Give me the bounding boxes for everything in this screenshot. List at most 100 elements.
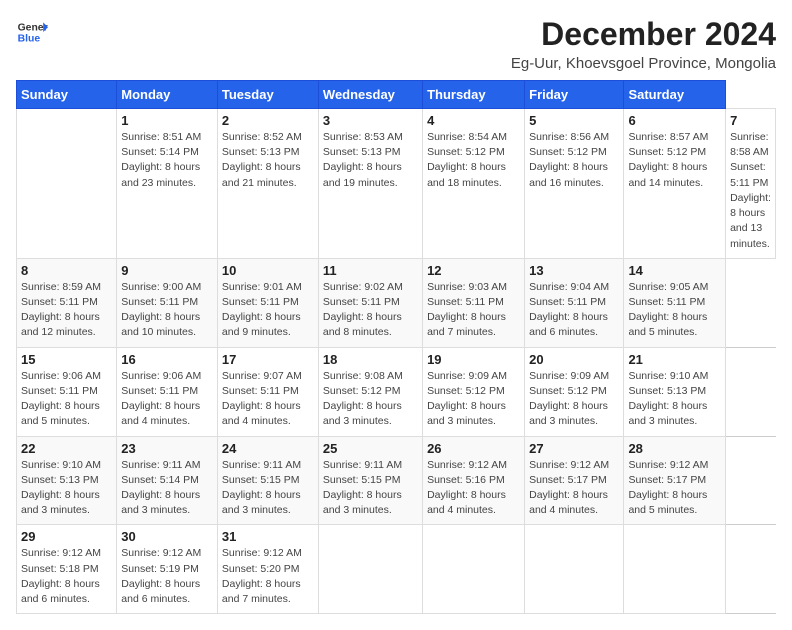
- header-monday: Monday: [117, 81, 218, 109]
- calendar-cell: 30 Sunrise: 9:12 AMSunset: 5:19 PMDayligh…: [117, 525, 218, 614]
- calendar-cell: 4Sunrise: 8:54 AMSunset: 5:12 PMDaylight…: [423, 109, 525, 259]
- day-info: Sunrise: 9:11 AMSunset: 5:15 PMDaylight:…: [323, 458, 418, 519]
- calendar-cell: [624, 525, 726, 614]
- day-number: 12: [427, 263, 520, 278]
- day-number: 5: [529, 113, 619, 128]
- header: General Blue December 2024 Eg-Uur, Khoev…: [16, 16, 776, 72]
- calendar-cell: 19Sunrise: 9:09 AMSunset: 5:12 PMDayligh…: [423, 347, 525, 436]
- day-number: 20: [529, 352, 619, 367]
- calendar-header-row: SundayMondayTuesdayWednesdayThursdayFrid…: [17, 81, 776, 109]
- day-number: 9: [121, 263, 213, 278]
- day-info: Sunrise: 8:52 AMSunset: 5:13 PMDaylight:…: [222, 130, 314, 191]
- calendar-week-row: 22 Sunrise: 9:10 AMSunset: 5:13 PMDayligh…: [17, 436, 776, 525]
- calendar-cell: 14Sunrise: 9:05 AMSunset: 5:11 PMDayligh…: [624, 258, 726, 347]
- day-info: Sunrise: 9:08 AMSunset: 5:12 PMDaylight:…: [323, 369, 418, 430]
- header-wednesday: Wednesday: [318, 81, 422, 109]
- calendar-cell: 26 Sunrise: 9:12 AMSunset: 5:16 PMDayligh…: [423, 436, 525, 525]
- day-number: 1: [121, 113, 213, 128]
- day-info: Sunrise: 9:05 AMSunset: 5:11 PMDaylight:…: [628, 280, 721, 341]
- calendar-cell: 29Sunrise: 9:12 AMSunset: 5:18 PMDayligh…: [17, 525, 117, 614]
- day-number: 27: [529, 441, 619, 456]
- calendar-cell: 7 Sunrise: 8:58 AMSunset: 5:11 PMDaylight…: [726, 109, 776, 259]
- title-area: December 2024 Eg-Uur, Khoevsgoel Provinc…: [511, 16, 776, 72]
- day-info: Sunrise: 9:01 AMSunset: 5:11 PMDaylight:…: [222, 280, 314, 341]
- day-info: Sunrise: 8:51 AMSunset: 5:14 PMDaylight:…: [121, 130, 213, 191]
- calendar-cell: 6 Sunrise: 8:57 AMSunset: 5:12 PMDaylight…: [624, 109, 726, 259]
- day-number: 23: [121, 441, 213, 456]
- day-info: Sunrise: 9:03 AMSunset: 5:11 PMDaylight:…: [427, 280, 520, 341]
- day-info: Sunrise: 8:57 AMSunset: 5:12 PMDaylight:…: [628, 130, 721, 191]
- day-number: 6: [628, 113, 721, 128]
- main-title: December 2024: [511, 16, 776, 53]
- day-info: Sunrise: 8:56 AMSunset: 5:12 PMDaylight:…: [529, 130, 619, 191]
- day-info: Sunrise: 9:12 AMSunset: 5:20 PMDaylight:…: [222, 546, 314, 607]
- calendar-cell: [318, 525, 422, 614]
- day-info: Sunrise: 9:11 AMSunset: 5:15 PMDaylight:…: [222, 458, 314, 519]
- calendar-cell: 27 Sunrise: 9:12 AMSunset: 5:17 PMDayligh…: [525, 436, 624, 525]
- day-info: Sunrise: 8:58 AMSunset: 5:11 PMDaylight:…: [730, 130, 771, 252]
- calendar-cell: 20 Sunrise: 9:09 AMSunset: 5:12 PMDayligh…: [525, 347, 624, 436]
- calendar-week-row: 15Sunrise: 9:06 AMSunset: 5:11 PMDayligh…: [17, 347, 776, 436]
- calendar-cell: 28 Sunrise: 9:12 AMSunset: 5:17 PMDayligh…: [624, 436, 726, 525]
- day-number: 11: [323, 263, 418, 278]
- calendar-cell: 3 Sunrise: 8:53 AMSunset: 5:13 PMDaylight…: [318, 109, 422, 259]
- calendar-week-row: 1 Sunrise: 8:51 AMSunset: 5:14 PMDaylight…: [17, 109, 776, 259]
- day-info: Sunrise: 9:10 AMSunset: 5:13 PMDaylight:…: [628, 369, 721, 430]
- day-info: Sunrise: 9:09 AMSunset: 5:12 PMDaylight:…: [529, 369, 619, 430]
- day-info: Sunrise: 9:00 AMSunset: 5:11 PMDaylight:…: [121, 280, 213, 341]
- calendar-cell: 25 Sunrise: 9:11 AMSunset: 5:15 PMDayligh…: [318, 436, 422, 525]
- header-thursday: Thursday: [423, 81, 525, 109]
- day-number: 10: [222, 263, 314, 278]
- day-info: Sunrise: 9:12 AMSunset: 5:18 PMDaylight:…: [21, 546, 112, 607]
- day-info: Sunrise: 9:07 AMSunset: 5:11 PMDaylight:…: [222, 369, 314, 430]
- day-info: Sunrise: 8:54 AMSunset: 5:12 PMDaylight:…: [427, 130, 520, 191]
- day-number: 17: [222, 352, 314, 367]
- header-saturday: Saturday: [624, 81, 726, 109]
- day-number: 7: [730, 113, 771, 128]
- calendar-cell: 16Sunrise: 9:06 AMSunset: 5:11 PMDayligh…: [117, 347, 218, 436]
- calendar-cell: 15Sunrise: 9:06 AMSunset: 5:11 PMDayligh…: [17, 347, 117, 436]
- svg-text:Blue: Blue: [18, 34, 41, 45]
- day-info: Sunrise: 9:02 AMSunset: 5:11 PMDaylight:…: [323, 280, 418, 341]
- calendar-cell: 9 Sunrise: 9:00 AMSunset: 5:11 PMDaylight…: [117, 258, 218, 347]
- day-info: Sunrise: 9:09 AMSunset: 5:12 PMDaylight:…: [427, 369, 520, 430]
- day-number: 26: [427, 441, 520, 456]
- day-info: Sunrise: 8:59 AMSunset: 5:11 PMDaylight:…: [21, 280, 112, 341]
- day-info: Sunrise: 9:12 AMSunset: 5:17 PMDaylight:…: [628, 458, 721, 519]
- calendar-cell: 8 Sunrise: 8:59 AMSunset: 5:11 PMDaylight…: [17, 258, 117, 347]
- day-info: Sunrise: 9:12 AMSunset: 5:17 PMDaylight:…: [529, 458, 619, 519]
- day-number: 28: [628, 441, 721, 456]
- logo-icon: General Blue: [16, 16, 48, 48]
- day-info: Sunrise: 9:12 AMSunset: 5:19 PMDaylight:…: [121, 546, 213, 607]
- day-number: 25: [323, 441, 418, 456]
- day-info: Sunrise: 8:53 AMSunset: 5:13 PMDaylight:…: [323, 130, 418, 191]
- day-info: Sunrise: 9:10 AMSunset: 5:13 PMDaylight:…: [21, 458, 112, 519]
- calendar-cell: 22 Sunrise: 9:10 AMSunset: 5:13 PMDayligh…: [17, 436, 117, 525]
- day-number: 18: [323, 352, 418, 367]
- header-tuesday: Tuesday: [217, 81, 318, 109]
- day-info: Sunrise: 9:06 AMSunset: 5:11 PMDaylight:…: [21, 369, 112, 430]
- day-number: 13: [529, 263, 619, 278]
- header-sunday: Sunday: [17, 81, 117, 109]
- header-friday: Friday: [525, 81, 624, 109]
- calendar-cell: 5 Sunrise: 8:56 AMSunset: 5:12 PMDaylight…: [525, 109, 624, 259]
- day-number: 8: [21, 263, 112, 278]
- day-number: 3: [323, 113, 418, 128]
- day-info: Sunrise: 9:12 AMSunset: 5:16 PMDaylight:…: [427, 458, 520, 519]
- day-number: 22: [21, 441, 112, 456]
- calendar-week-row: 8 Sunrise: 8:59 AMSunset: 5:11 PMDaylight…: [17, 258, 776, 347]
- day-info: Sunrise: 9:06 AMSunset: 5:11 PMDaylight:…: [121, 369, 213, 430]
- day-info: Sunrise: 9:04 AMSunset: 5:11 PMDaylight:…: [529, 280, 619, 341]
- day-number: 30: [121, 529, 213, 544]
- day-info: Sunrise: 9:11 AMSunset: 5:14 PMDaylight:…: [121, 458, 213, 519]
- day-number: 21: [628, 352, 721, 367]
- calendar-cell: [423, 525, 525, 614]
- calendar-cell: 12 Sunrise: 9:03 AMSunset: 5:11 PMDayligh…: [423, 258, 525, 347]
- day-number: 31: [222, 529, 314, 544]
- calendar-cell: 2Sunrise: 8:52 AMSunset: 5:13 PMDaylight…: [217, 109, 318, 259]
- calendar-cell: 24 Sunrise: 9:11 AMSunset: 5:15 PMDayligh…: [217, 436, 318, 525]
- day-number: 24: [222, 441, 314, 456]
- calendar-cell: 13 Sunrise: 9:04 AMSunset: 5:11 PMDayligh…: [525, 258, 624, 347]
- calendar-cell: [525, 525, 624, 614]
- calendar: SundayMondayTuesdayWednesdayThursdayFrid…: [16, 80, 776, 614]
